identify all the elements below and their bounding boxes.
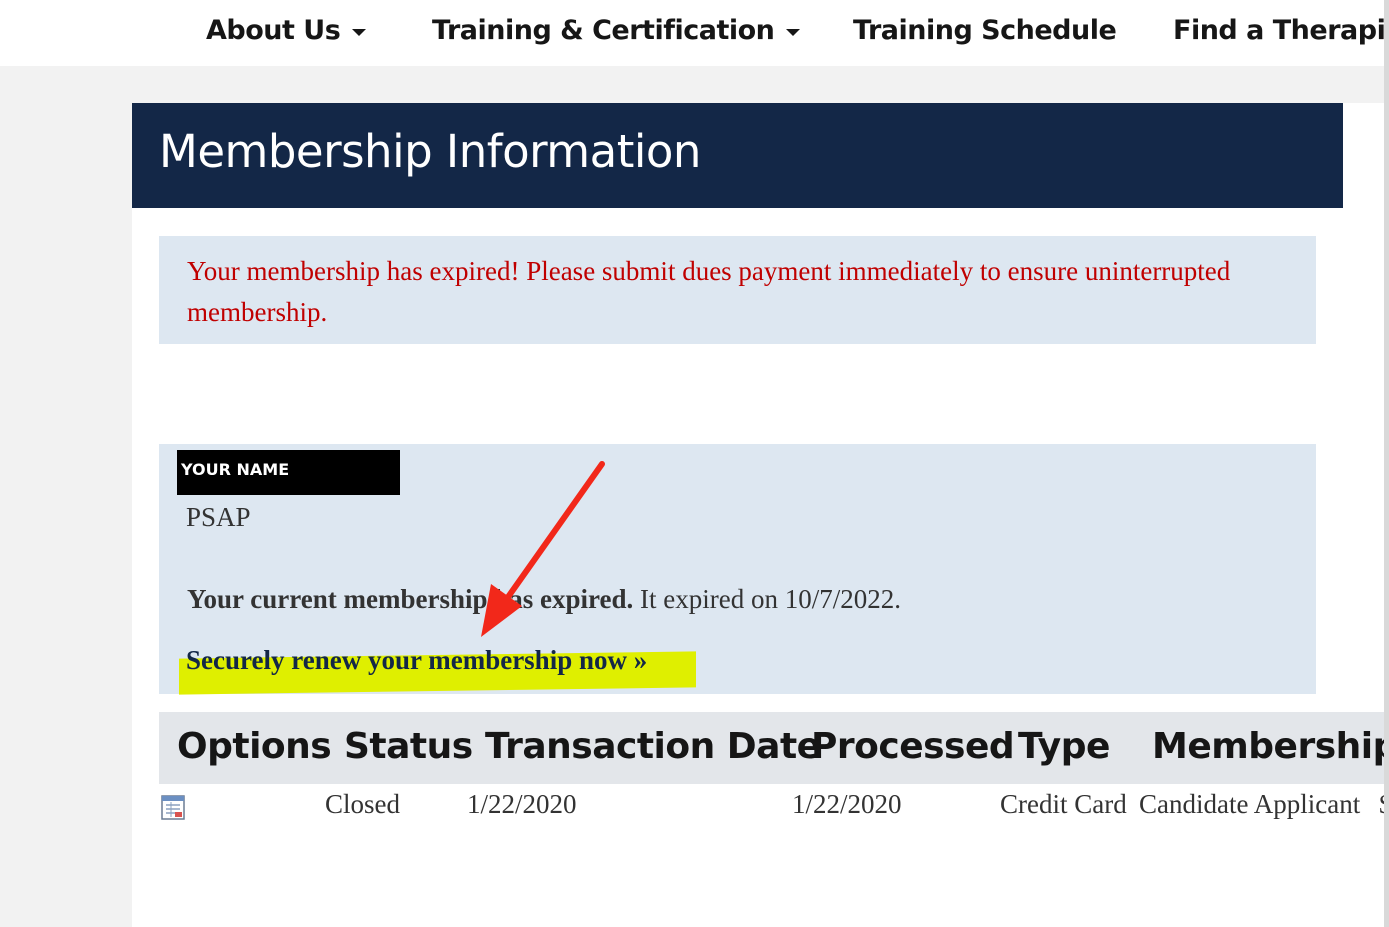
membership-status: Your current membership has expired. It …	[187, 584, 901, 615]
expired-alert: Your membership has expired! Please subm…	[159, 236, 1316, 344]
redacted-name: YOUR NAME	[177, 450, 400, 495]
scrollbar-edge	[1384, 0, 1389, 927]
nav-find-a-therapist[interactable]: Find a Therapis	[1173, 10, 1389, 50]
nav-training-certification-label: Training & Certification	[432, 14, 775, 46]
membership-status-panel: YOUR NAME PSAP Your current membership h…	[159, 444, 1316, 695]
nav-about-us[interactable]: About Us	[206, 10, 367, 50]
calendar-icon[interactable]	[161, 794, 185, 820]
col-type: Type	[1018, 726, 1110, 767]
main-content: Membership Information Your membership h…	[132, 103, 1384, 927]
col-processed: Processed	[811, 726, 1015, 767]
page-title: Membership Information	[159, 125, 701, 178]
col-options: Options	[177, 726, 332, 767]
transactions-table-header: Options Status Transaction Date Processe…	[159, 712, 1384, 784]
cell-membership: Candidate Applicant	[1139, 789, 1361, 819]
cell-processed: 1/22/2020	[792, 789, 902, 819]
col-status: Status	[344, 726, 473, 767]
renew-membership-link[interactable]: Securely renew your membership now »	[186, 645, 647, 676]
nav-training-schedule[interactable]: Training Schedule	[853, 10, 1117, 50]
status-expired-text: Your current membership has expired.	[187, 584, 634, 614]
nav-training-certification[interactable]: Training & Certification	[432, 10, 801, 50]
col-transaction-date: Transaction Date	[485, 726, 821, 767]
chevron-down-icon	[352, 28, 367, 36]
nav-about-us-label: About Us	[206, 14, 341, 46]
organization-name: PSAP	[186, 502, 251, 532]
top-navigation: About Us Training & Certification Traini…	[0, 0, 1389, 66]
nav-find-a-therapist-label: Find a Therapis	[1173, 14, 1389, 46]
page-header: Membership Information	[132, 103, 1343, 208]
chevron-down-icon	[786, 28, 801, 36]
cell-status: Closed	[325, 789, 401, 819]
cell-type: Credit Card	[1000, 789, 1127, 819]
cell-transaction-date: 1/22/2020	[467, 789, 577, 819]
status-expiry-date: It expired on 10/7/2022.	[633, 584, 901, 614]
col-membership: Membership	[1152, 726, 1384, 767]
nav-training-schedule-label: Training Schedule	[853, 14, 1117, 46]
